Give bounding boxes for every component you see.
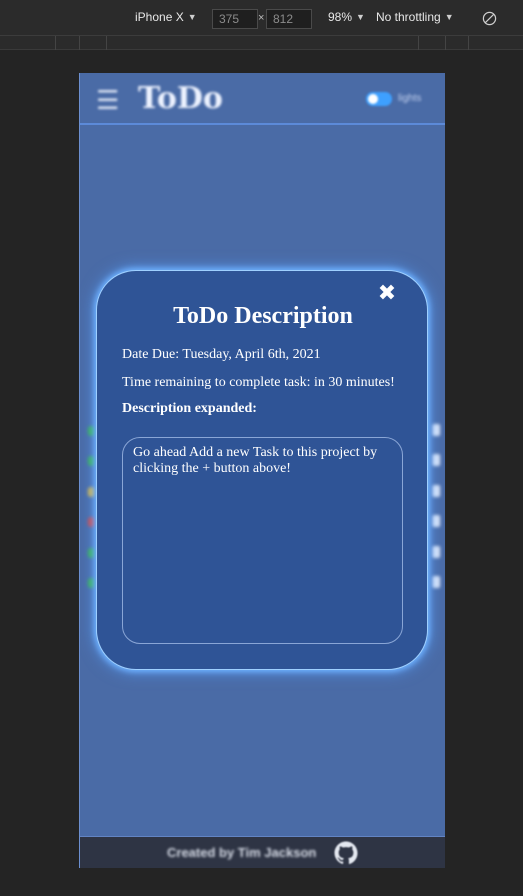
- row-action-icon[interactable]: [432, 515, 440, 528]
- row-action-icon[interactable]: [432, 484, 440, 497]
- app-header: ☰ ToDo lights: [80, 73, 445, 125]
- description-label: Description expanded:: [122, 401, 257, 416]
- zoom-label: 98%: [328, 10, 353, 24]
- hamburger-menu-icon[interactable]: ☰: [96, 85, 119, 116]
- description-textarea[interactable]: Go ahead Add a new Task to this project …: [122, 437, 403, 644]
- row-action-icon[interactable]: [432, 454, 440, 467]
- row-action-icon[interactable]: [432, 576, 440, 588]
- chevron-down-icon: ▼: [444, 12, 454, 22]
- status-dot: [88, 426, 96, 436]
- row-action-icon[interactable]: [432, 424, 440, 436]
- dimension-separator: ×: [258, 12, 265, 24]
- status-dot: [88, 517, 96, 528]
- modal-title: ToDo Description: [173, 303, 353, 329]
- devtools-device-toolbar: iPhone X ▼ × 98% ▼ No throttling ▼: [0, 0, 523, 36]
- footer-credit: Created by Tim Jackson: [167, 845, 317, 860]
- app-title: ToDo: [138, 81, 223, 116]
- zoom-select[interactable]: 98% ▼: [328, 10, 365, 24]
- device-select[interactable]: iPhone X ▼: [135, 10, 197, 24]
- chevron-down-icon: ▼: [187, 12, 197, 22]
- rotate-icon[interactable]: [482, 11, 497, 26]
- chevron-down-icon: ▼: [356, 12, 365, 22]
- github-icon[interactable]: [334, 841, 358, 865]
- media-query-bar: [0, 36, 523, 50]
- time-remaining: Time remaining to complete task: in 30 m…: [122, 375, 395, 390]
- app-footer: Created by Tim Jackson: [80, 836, 445, 868]
- row-action-icon[interactable]: [432, 545, 440, 558]
- status-dot: [88, 456, 96, 467]
- todo-description-modal: ✖ ToDo Description Date Due: Tuesday, Ap…: [96, 270, 428, 670]
- theme-toggle[interactable]: [366, 92, 392, 106]
- throttling-label: No throttling: [376, 10, 441, 24]
- device-label: iPhone X: [135, 10, 184, 24]
- viewport-height-input[interactable]: [266, 9, 312, 29]
- viewport-width-input[interactable]: [212, 9, 258, 29]
- throttling-select[interactable]: No throttling ▼: [376, 10, 454, 24]
- status-dot: [88, 578, 96, 588]
- status-dot: [88, 547, 96, 558]
- theme-toggle-label: lights: [398, 93, 422, 104]
- status-dot: [88, 486, 96, 497]
- date-due: Date Due: Tuesday, April 6th, 2021: [122, 347, 321, 362]
- close-icon[interactable]: ✖: [376, 283, 398, 305]
